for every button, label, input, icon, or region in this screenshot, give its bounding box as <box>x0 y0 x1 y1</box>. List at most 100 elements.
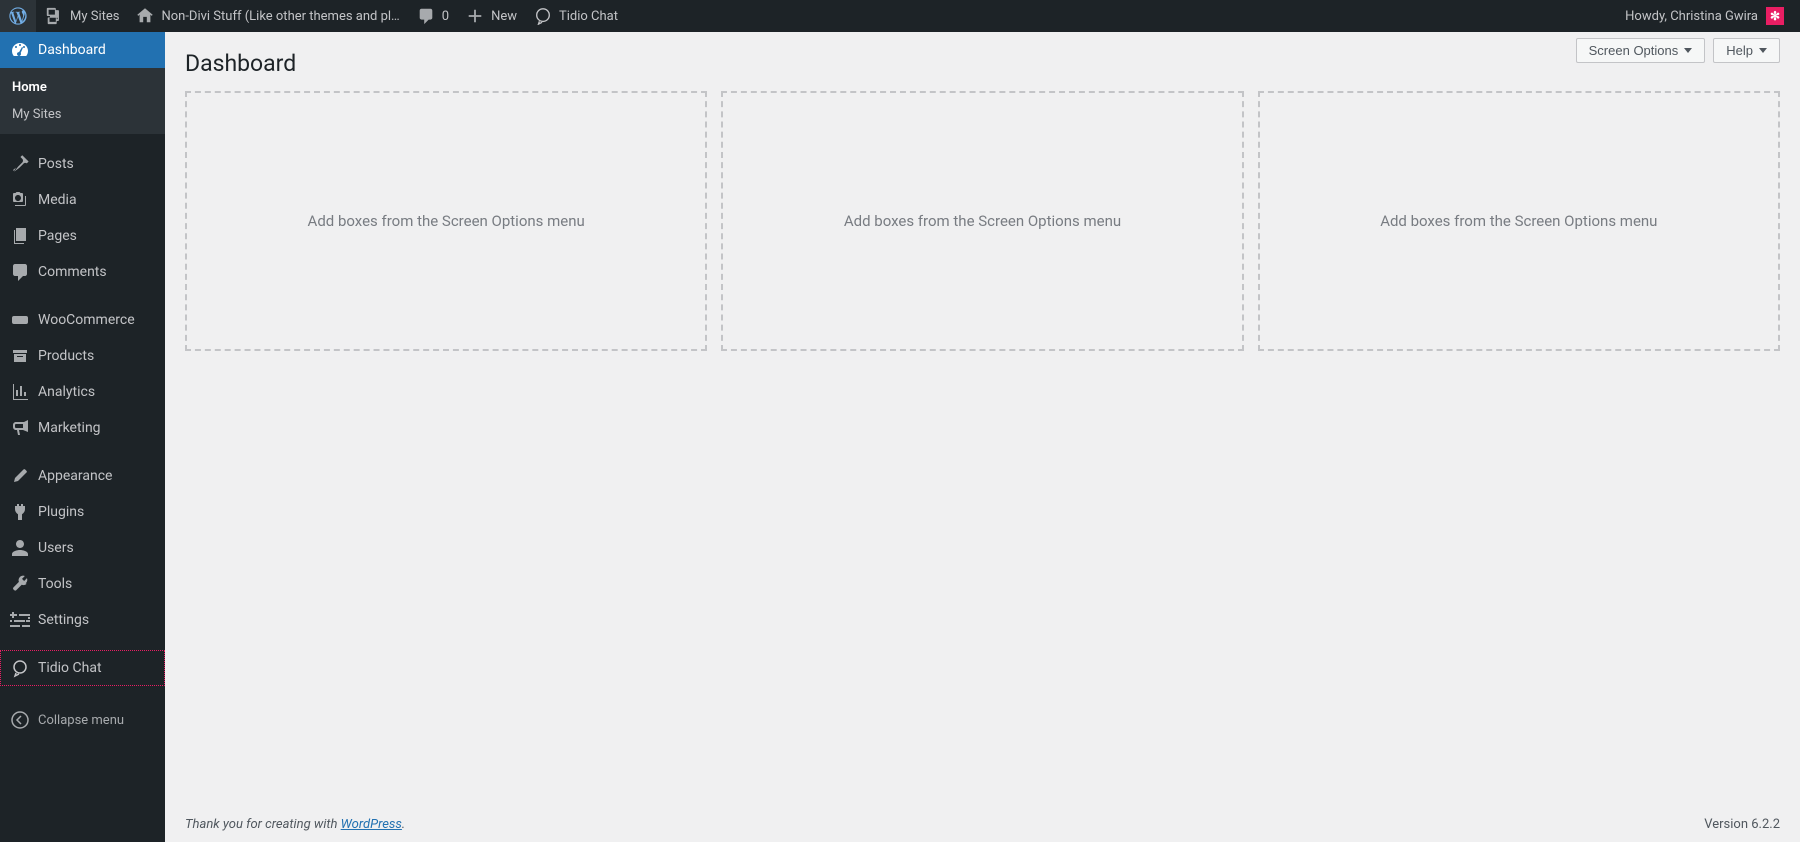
avatar: ✻ <box>1766 7 1784 25</box>
main-content: Screen Options Help Dashboard Add boxes … <box>165 32 1800 842</box>
submenu-item-label: My Sites <box>12 107 61 122</box>
sidebar-item-label: Plugins <box>38 504 84 520</box>
sidebar-item-label: Appearance <box>38 468 112 484</box>
sidebar-item-woocommerce[interactable]: WooCommerce <box>0 302 165 338</box>
sidebar-item-tidio[interactable]: Tidio Chat <box>0 650 165 686</box>
submenu-item-mysites[interactable]: My Sites <box>0 101 165 128</box>
sliders-icon <box>10 610 30 630</box>
drop-zone-label: Add boxes from the Screen Options menu <box>1380 212 1657 230</box>
dashboard-drop-zone[interactable]: Add boxes from the Screen Options menu <box>185 91 707 351</box>
brush-icon <box>10 466 30 486</box>
sidebar-item-label: Posts <box>38 156 74 172</box>
megaphone-icon <box>10 418 30 438</box>
home-icon <box>135 6 155 26</box>
pin-icon <box>10 154 30 174</box>
footer-thanks-pre: Thank you for creating with <box>185 817 341 832</box>
collapse-menu[interactable]: Collapse menu <box>0 702 165 738</box>
sidebar-item-label: Analytics <box>38 384 95 400</box>
sidebar-item-users[interactable]: Users <box>0 530 165 566</box>
user-icon <box>10 538 30 558</box>
new-link[interactable]: New <box>457 0 525 32</box>
chart-icon <box>10 382 30 402</box>
sites-icon <box>44 6 64 26</box>
dashboard-drop-zone[interactable]: Add boxes from the Screen Options menu <box>721 91 1243 351</box>
wrench-icon <box>10 574 30 594</box>
screen-options-button[interactable]: Screen Options <box>1576 38 1706 63</box>
sidebar-item-label: WooCommerce <box>38 312 135 328</box>
menu-separator <box>0 134 165 146</box>
caret-down-icon <box>1684 48 1692 53</box>
sidebar-item-settings[interactable]: Settings <box>0 602 165 638</box>
sidebar-item-analytics[interactable]: Analytics <box>0 374 165 410</box>
sidebar-item-tools[interactable]: Tools <box>0 566 165 602</box>
sidebar-item-posts[interactable]: Posts <box>0 146 165 182</box>
page-title: Dashboard <box>185 32 1780 91</box>
collapse-icon <box>10 710 30 730</box>
admin-sidebar: Dashboard Home My Sites Posts Media Page… <box>0 32 165 842</box>
sidebar-item-label: Products <box>38 348 94 364</box>
screen-options-label: Screen Options <box>1589 43 1679 58</box>
sidebar-item-appearance[interactable]: Appearance <box>0 458 165 494</box>
admin-bar: My Sites Non-Divi Stuff (Like other them… <box>0 0 1800 32</box>
sidebar-item-products[interactable]: Products <box>0 338 165 374</box>
media-icon <box>10 190 30 210</box>
sidebar-item-label: Settings <box>38 612 89 628</box>
tidio-link[interactable]: Tidio Chat <box>525 0 626 32</box>
greeting-label: Howdy, Christina Gwira <box>1625 9 1758 24</box>
drop-zone-label: Add boxes from the Screen Options menu <box>844 212 1121 230</box>
dashboard-icon <box>10 40 30 60</box>
sidebar-item-marketing[interactable]: Marketing <box>0 410 165 446</box>
tidio-label: Tidio Chat <box>559 9 618 24</box>
wordpress-link[interactable]: WordPress <box>341 817 402 832</box>
sidebar-item-label: Comments <box>38 264 107 280</box>
woo-icon <box>10 310 30 330</box>
sidebar-item-label: Media <box>38 192 77 208</box>
admin-bar-left: My Sites Non-Divi Stuff (Like other them… <box>0 0 1617 32</box>
drop-zone-label: Add boxes from the Screen Options menu <box>308 212 585 230</box>
wp-logo[interactable] <box>0 0 36 32</box>
my-sites-link[interactable]: My Sites <box>36 0 127 32</box>
help-button[interactable]: Help <box>1713 38 1780 63</box>
my-sites-label: My Sites <box>70 9 119 24</box>
sidebar-item-label: Pages <box>38 228 77 244</box>
sidebar-item-label: Tools <box>38 576 72 592</box>
new-label: New <box>491 9 517 24</box>
collapse-label: Collapse menu <box>38 713 124 728</box>
comment-icon <box>10 262 30 282</box>
dashboard-widgets: Add boxes from the Screen Options menu A… <box>185 91 1780 351</box>
site-name-label: Non-Divi Stuff (Like other themes and pl… <box>161 9 399 24</box>
plug-icon <box>10 502 30 522</box>
account-link[interactable]: Howdy, Christina Gwira ✻ <box>1617 0 1792 32</box>
dashboard-drop-zone[interactable]: Add boxes from the Screen Options menu <box>1258 91 1780 351</box>
wordpress-icon <box>8 6 28 26</box>
sidebar-item-label: Dashboard <box>38 42 106 58</box>
sidebar-item-plugins[interactable]: Plugins <box>0 494 165 530</box>
admin-bar-right: Howdy, Christina Gwira ✻ <box>1617 0 1800 32</box>
menu-separator <box>0 290 165 302</box>
footer-thanks: Thank you for creating with WordPress. <box>185 817 405 832</box>
sidebar-item-dashboard[interactable]: Dashboard <box>0 32 165 68</box>
submenu-item-home[interactable]: Home <box>0 74 165 101</box>
menu-separator <box>0 638 165 650</box>
chat-icon <box>533 6 553 26</box>
admin-footer: Thank you for creating with WordPress. V… <box>185 817 1780 832</box>
plus-icon <box>465 6 485 26</box>
archive-icon <box>10 346 30 366</box>
sidebar-item-label: Users <box>38 540 74 556</box>
page-icon <box>10 226 30 246</box>
comment-icon <box>416 6 436 26</box>
footer-version: Version 6.2.2 <box>1704 817 1780 832</box>
caret-down-icon <box>1759 48 1767 53</box>
help-label: Help <box>1726 43 1753 58</box>
sidebar-item-pages[interactable]: Pages <box>0 218 165 254</box>
dashboard-submenu: Home My Sites <box>0 68 165 134</box>
sidebar-item-label: Marketing <box>38 420 101 436</box>
submenu-item-label: Home <box>12 80 47 95</box>
sidebar-item-label: Tidio Chat <box>38 660 102 676</box>
sidebar-item-media[interactable]: Media <box>0 182 165 218</box>
top-controls: Screen Options Help <box>1576 38 1780 63</box>
menu-separator <box>0 446 165 458</box>
comments-link[interactable]: 0 <box>408 0 457 32</box>
site-name-link[interactable]: Non-Divi Stuff (Like other themes and pl… <box>127 0 407 32</box>
sidebar-item-comments[interactable]: Comments <box>0 254 165 290</box>
